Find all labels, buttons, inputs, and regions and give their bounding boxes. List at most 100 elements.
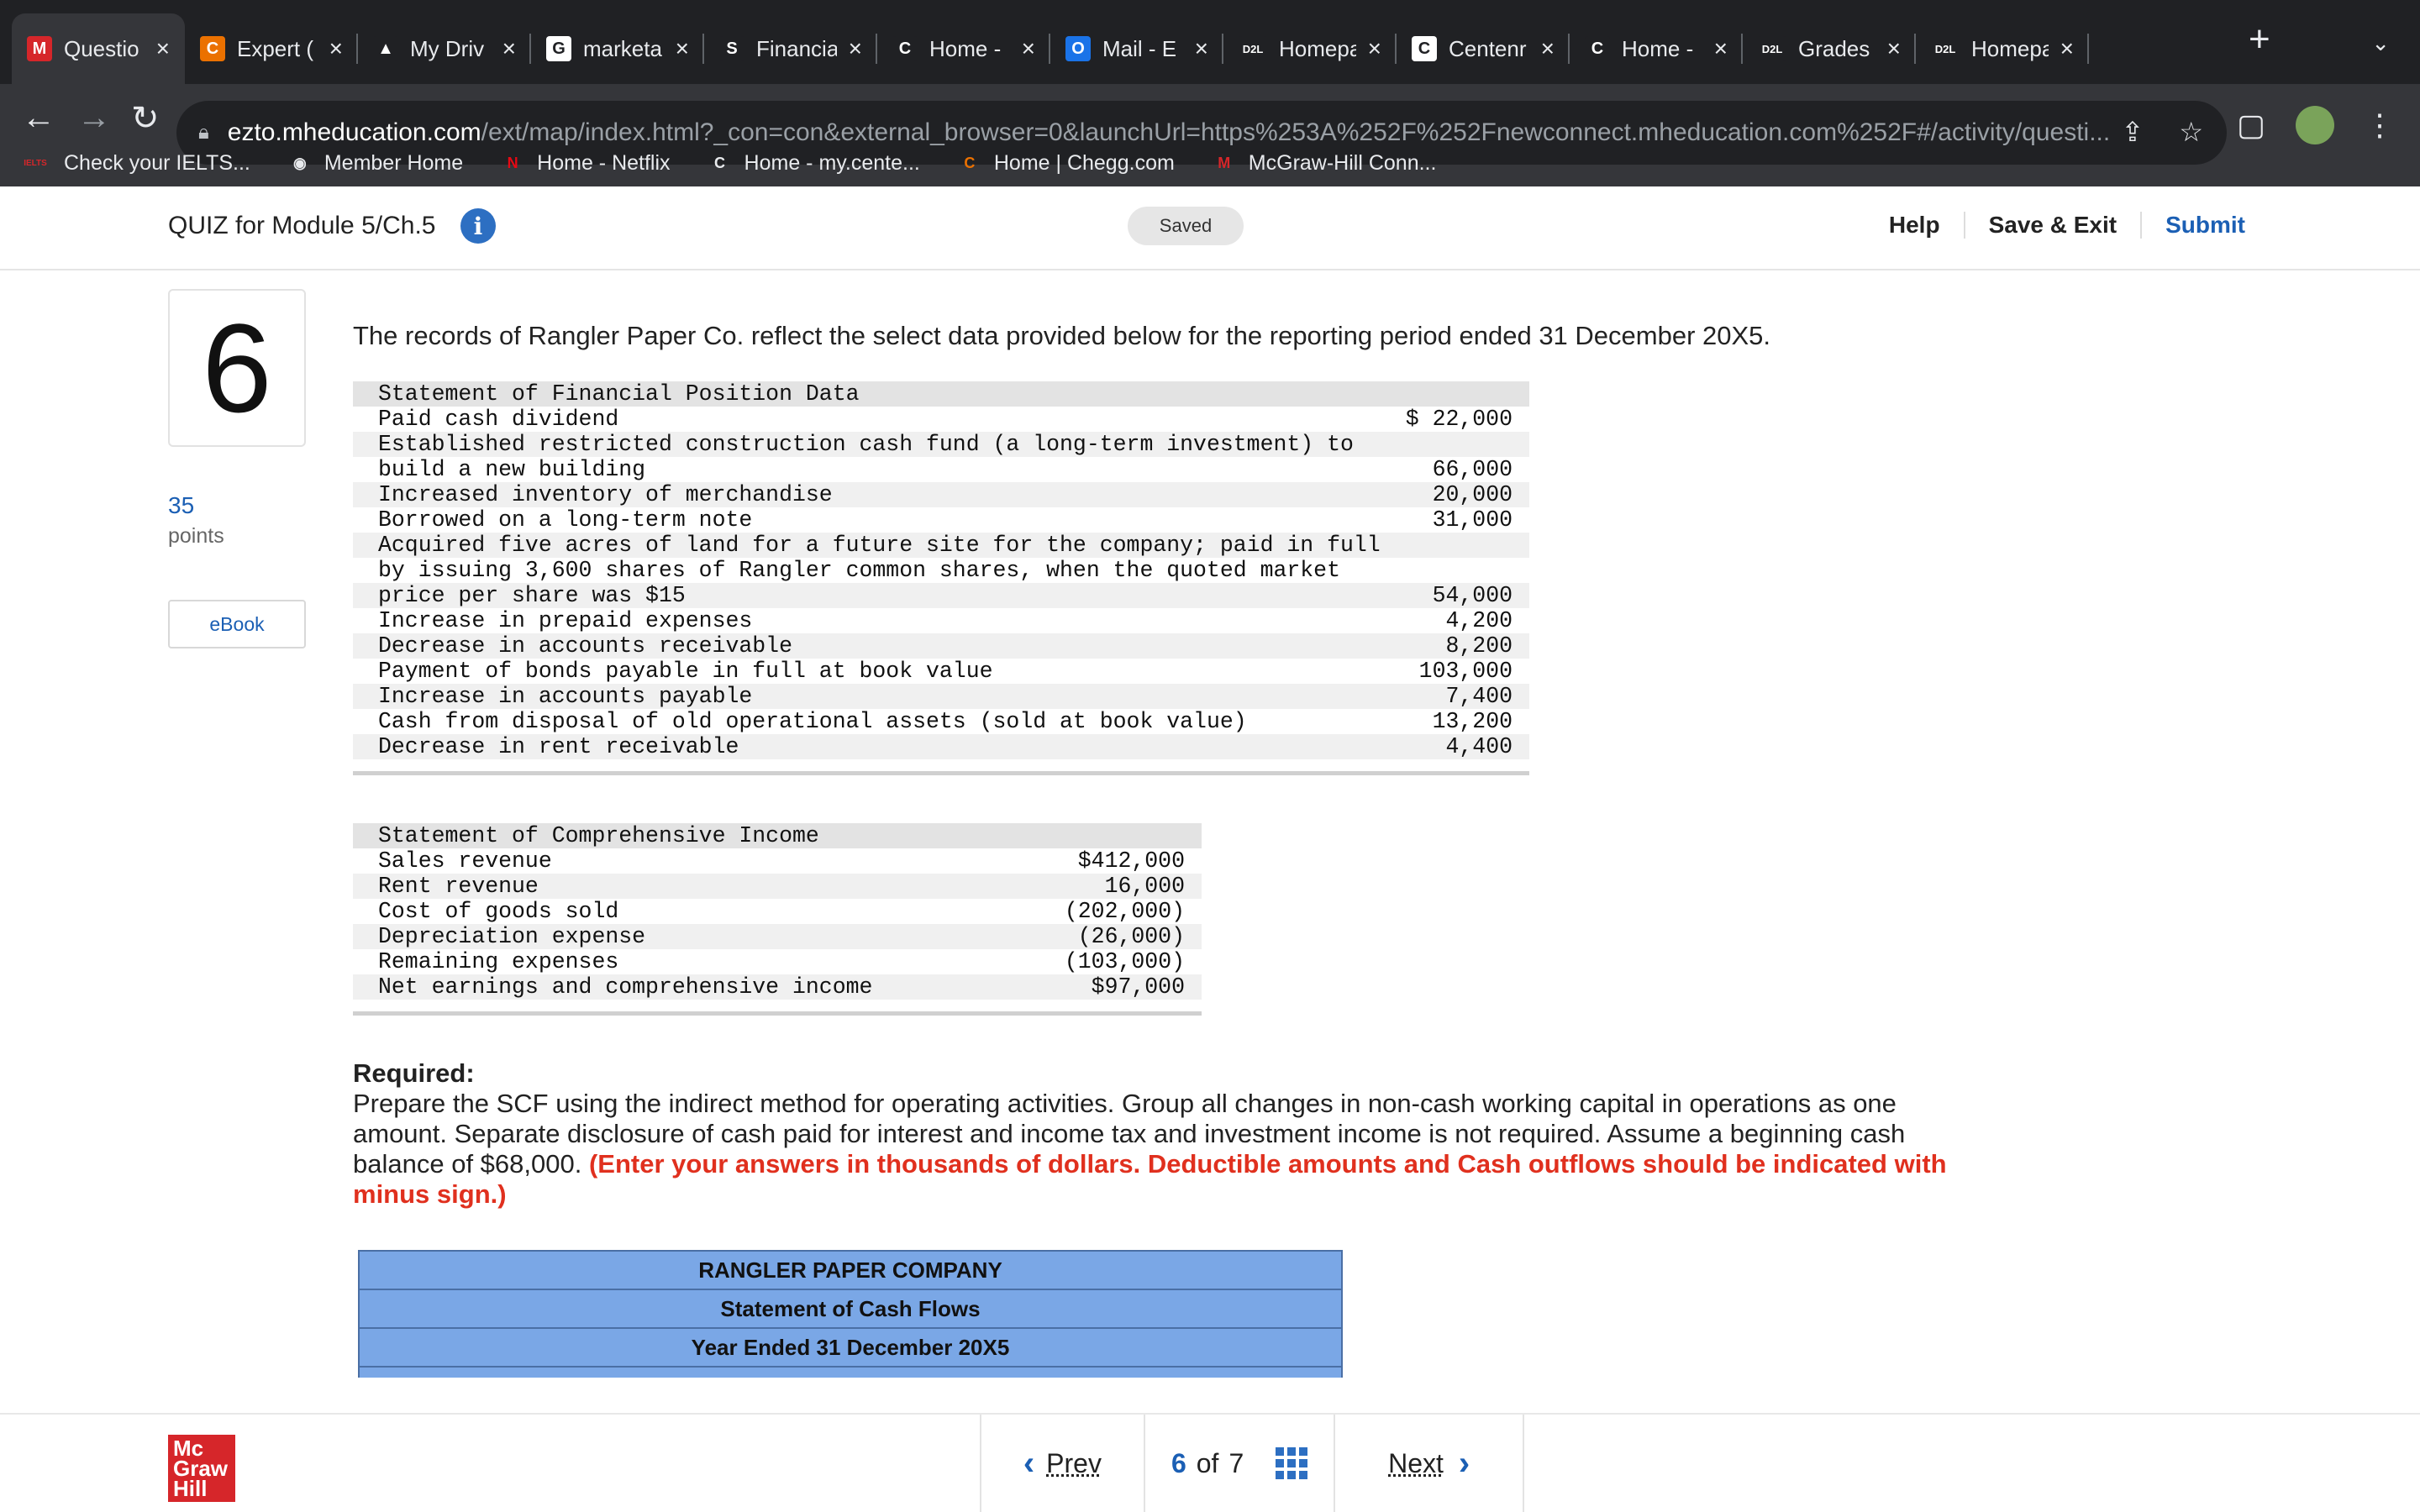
points-label: points	[168, 524, 224, 548]
row-label: Payment of bonds payable in full at book…	[378, 659, 993, 684]
browser-tab[interactable]: O Mail - E ×	[1050, 13, 1223, 84]
question-pager: ‹ Prev 6 of 7 Next ›	[980, 1415, 1524, 1512]
table-row: Sales revenue $412,000	[353, 848, 1202, 874]
row-label: Rent revenue	[378, 874, 539, 899]
tab-close-icon[interactable]: ×	[502, 35, 516, 62]
browser-tab[interactable]: M Questio ×	[12, 13, 185, 84]
browser-menu-icon[interactable]: ⋮	[2365, 108, 2395, 143]
browser-tab[interactable]: D2L Grades ×	[1743, 13, 1916, 84]
bookmark-label: Home - Netflix	[537, 150, 671, 175]
tab-close-icon[interactable]: ×	[156, 35, 170, 62]
info-icon[interactable]: i	[460, 208, 496, 244]
row-label: Sales revenue	[378, 848, 552, 874]
table-row: Increase in prepaid expenses 4,200	[353, 608, 1529, 633]
question-position[interactable]: 6 of 7	[1145, 1415, 1336, 1512]
row-amount: 103,000	[1418, 659, 1512, 684]
tab-close-icon[interactable]: ×	[1887, 35, 1901, 62]
reload-icon[interactable]: ↻	[131, 99, 160, 138]
bookmark-favicon-icon: C	[964, 154, 976, 171]
side-panel-icon[interactable]: ▢	[2237, 108, 2265, 143]
table-heading-row: Statement of Financial Position Data	[353, 381, 1529, 407]
table-row: Acquired five acres of land for a future…	[353, 533, 1529, 558]
table-row: Cost of goods sold (202,000)	[353, 899, 1202, 924]
tab-title: marketa	[583, 35, 662, 61]
tab-search-chevron-icon[interactable]: ⌄	[2371, 30, 2390, 56]
browser-tab-strip: M Questio × C Expert (× ▲ My Driv × Gmarketa × S Fi…	[0, 0, 2420, 84]
row-label: Cost of goods sold	[378, 899, 619, 924]
table-row: Borrowed on a long-term note 31,000	[353, 507, 1529, 533]
table-row: Payment of bonds payable in full at book…	[353, 659, 1529, 684]
next-button[interactable]: Next ›	[1335, 1415, 1523, 1512]
tab-close-icon[interactable]: ×	[329, 35, 343, 62]
tab-title: Expert (	[237, 35, 314, 61]
tab-favicon-icon: G	[546, 36, 571, 61]
bookmark-favicon-icon: C	[714, 154, 726, 171]
browser-tab[interactable]: D2L Homepa ×	[1916, 13, 2089, 84]
tab-title: Home -	[1622, 35, 1694, 61]
ebook-button[interactable]: eBook	[168, 600, 306, 648]
table-heading: Statement of Comprehensive Income	[378, 823, 819, 848]
browser-tab[interactable]: S Financia ×	[704, 13, 877, 84]
tab-title: Questio	[64, 35, 139, 61]
new-tab-plus-icon[interactable]: +	[2249, 18, 2270, 60]
tab-favicon-icon: D2L	[1758, 36, 1786, 61]
tab-close-icon[interactable]: ×	[1368, 35, 1381, 62]
scroll-clip	[0, 1378, 2420, 1413]
row-amount: 13,200	[1432, 709, 1512, 734]
tab-close-icon[interactable]: ×	[849, 35, 862, 62]
browser-tab[interactable]: ▲ My Driv ×	[358, 13, 531, 84]
table-heading: Statement of Financial Position Data	[378, 381, 860, 407]
help-button[interactable]: Help	[1865, 212, 1964, 239]
tab-close-icon[interactable]: ×	[2060, 35, 2074, 62]
row-amount	[1512, 432, 1529, 457]
row-amount: 31,000	[1432, 507, 1512, 533]
question-grid-icon[interactable]	[1276, 1447, 1308, 1479]
browser-tab[interactable]: Gmarketa ×	[531, 13, 704, 84]
bookmark-item[interactable]: M McGraw-Hill Conn...	[1212, 150, 1437, 176]
row-label: Decrease in accounts receivable	[378, 633, 792, 659]
bookmark-label: McGraw-Hill Conn...	[1248, 150, 1437, 175]
comprehensive-income-table: Statement of Comprehensive Income Sales r…	[353, 823, 1202, 1016]
tab-favicon-icon: O	[1065, 36, 1091, 61]
prev-button[interactable]: ‹ Prev	[981, 1415, 1145, 1512]
tab-title: My Driv	[410, 35, 485, 61]
tab-title: Homepa	[1279, 35, 1356, 61]
saved-status-badge: Saved	[1128, 207, 1244, 245]
browser-tab[interactable]: C Expert (×	[185, 13, 358, 84]
submit-button[interactable]: Submit	[2140, 212, 2269, 239]
tab-close-icon[interactable]: ×	[1022, 35, 1035, 62]
of-label: of	[1196, 1447, 1219, 1478]
browser-tab[interactable]: C Centenr ×	[1397, 13, 1570, 84]
row-amount: $412,000	[1077, 848, 1185, 874]
row-label: Decrease in rent receivable	[378, 734, 739, 759]
tab-favicon-icon: S	[719, 36, 744, 61]
tab-favicon-icon: C	[1585, 36, 1610, 61]
bookmark-label: Home | Chegg.com	[993, 150, 1175, 175]
bookmark-label: Check your IELTS...	[64, 150, 250, 175]
bookmark-item[interactable]: ◉ Member Home	[287, 150, 463, 176]
browser-tab[interactable]: C Home - ×	[1570, 13, 1743, 84]
row-amount: 20,000	[1432, 482, 1512, 507]
tab-close-icon[interactable]: ×	[1195, 35, 1208, 62]
tab-close-icon[interactable]: ×	[1714, 35, 1728, 62]
bookmark-item[interactable]: C Home - my.cente...	[708, 150, 920, 176]
browser-tab[interactable]: C Home - ×	[877, 13, 1050, 84]
tab-close-icon[interactable]: ×	[1541, 35, 1555, 62]
tab-title: Grades	[1798, 35, 1870, 61]
quiz-title: QUIZ for Module 5/Ch.5	[168, 212, 436, 239]
table-row: Decrease in accounts receivable 8,200	[353, 633, 1529, 659]
forward-arrow-icon[interactable]: →	[77, 99, 111, 137]
bookmark-item[interactable]: N Home - Netflix	[500, 150, 671, 176]
tab-close-icon[interactable]: ×	[676, 35, 689, 62]
scf-company-name: RANGLER PAPER COMPANY	[360, 1252, 1341, 1290]
bookmarks-bar: IELTS Check your IELTS... ◉ Member Home N Hom…	[0, 139, 2420, 186]
back-arrow-icon[interactable]: ←	[22, 99, 55, 137]
browser-tab[interactable]: D2L Homepa ×	[1223, 13, 1397, 84]
tab-favicon-icon: ▲	[373, 36, 398, 61]
save-exit-button[interactable]: Save & Exit	[1963, 212, 2141, 239]
bookmark-item[interactable]: C Home | Chegg.com	[957, 150, 1175, 176]
table-heading-row: Statement of Comprehensive Income	[353, 823, 1202, 848]
table-row: Increase in accounts payable 7,400	[353, 684, 1529, 709]
row-label: Net earnings and comprehensive income	[378, 974, 873, 1000]
bookmark-item[interactable]: IELTS Check your IELTS...	[18, 150, 250, 176]
